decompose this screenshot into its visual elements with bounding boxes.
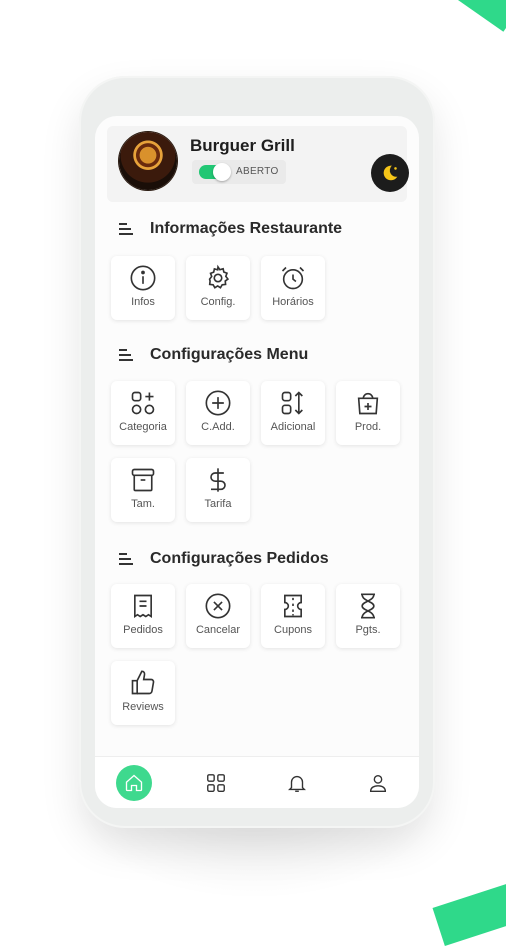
align-left-icon [119,223,133,235]
receipt-icon [134,594,152,619]
home-icon [125,774,143,792]
card-infos[interactable]: Infos [111,256,175,320]
bag-add-icon [357,392,379,415]
decor-accent-bottom [432,873,506,946]
align-left-icon [119,349,133,361]
card-prod[interactable]: Prod. [336,381,400,445]
card-horarios[interactable]: Horários [261,256,325,320]
alarm-clock-icon [281,266,305,290]
card-label: Reviews [122,701,164,713]
bell-icon [288,775,306,792]
gear-icon [208,264,230,289]
card-reviews[interactable]: Reviews [111,661,175,725]
card-tam[interactable]: Tam. [111,458,175,522]
dollar-icon [210,468,226,492]
card-pgts[interactable]: Pgts. [336,584,400,648]
nav-grid[interactable] [198,765,234,801]
coupon-icon [284,594,302,618]
card-label: Horários [272,296,314,308]
nav-profile[interactable] [360,765,396,801]
restaurant-avatar[interactable] [119,132,177,190]
align-left-icon [119,553,133,565]
nav-notifications[interactable] [279,765,315,801]
card-tarifa[interactable]: Tarifa [186,458,250,522]
hourglass-icon [361,593,375,619]
plus-circle-icon [205,390,231,416]
section-title-menu-text: Configurações Menu [150,346,309,363]
card-label: Pgts. [355,624,381,636]
thumbs-up-icon [131,670,155,695]
status-label: ABERTO [236,166,279,177]
section-title-menu: Configurações Menu [119,346,308,364]
moon-star-icon [383,165,398,181]
info-icon [130,265,156,291]
section-title-info: Informações Restaurante [119,220,342,238]
grid-icon [207,774,225,792]
card-label: C.Add. [201,421,235,433]
card-label: Config. [200,296,236,308]
card-label: Cancelar [195,624,241,636]
section-title-info-text: Informações Restaurante [150,220,343,237]
restaurant-header: Burguer Grill ABERTO [107,126,409,202]
bottom-nav [95,756,419,808]
card-cupons[interactable]: Cupons [261,584,325,648]
card-categoria[interactable]: Categoria [111,381,175,445]
card-label: Tarifa [204,498,232,510]
category-add-icon [131,391,155,415]
card-label: Prod. [354,421,382,433]
card-label: Pedidos [123,624,163,636]
section-title-orders: Configurações Pedidos [119,550,329,568]
open-toggle-switch[interactable] [199,163,231,181]
card-cancelar[interactable]: Cancelar [186,584,250,648]
card-label: Infos [131,296,155,308]
cancel-circle-icon [205,593,231,619]
card-c-add[interactable]: C.Add. [186,381,250,445]
user-icon [369,774,387,792]
archive-icon [131,468,155,492]
decor-accent-top [454,0,506,32]
theme-toggle-button[interactable] [371,154,409,192]
sort-icon [281,391,303,415]
section-title-orders-text: Configurações Pedidos [150,550,329,567]
card-pedidos[interactable]: Pedidos [111,584,175,648]
status-toggle[interactable]: ABERTO [192,160,286,184]
card-adicional[interactable]: Adicional [261,381,325,445]
card-label: Cupons [274,624,312,636]
card-label: Categoria [119,421,167,433]
app-screen: Burguer Grill ABERTO Informações Restaur… [95,116,419,808]
card-label: Adicional [270,421,316,433]
nav-home[interactable] [116,765,152,801]
card-label: Tam. [131,498,155,510]
card-config[interactable]: Config. [186,256,250,320]
restaurant-name: Burguer Grill [190,136,295,155]
